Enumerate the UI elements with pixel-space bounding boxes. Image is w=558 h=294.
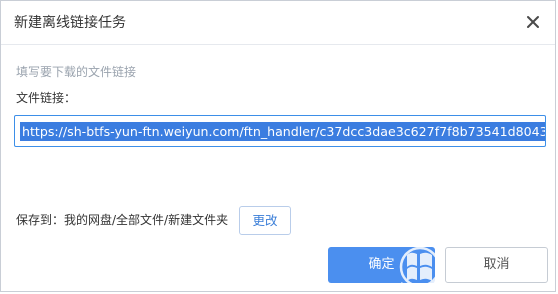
url-input-value: https://sh-btfs-yun-ftn.weiyun.com/ftn_h… <box>20 122 545 141</box>
dialog-titlebar: 新建离线链接任务 <box>1 1 555 45</box>
ok-button[interactable]: 确定 <box>328 247 435 283</box>
url-label: 文件链接： <box>16 91 77 105</box>
offline-task-dialog: 新建离线链接任务 填写要下载的文件链接 文件链接： https://sh-btf… <box>0 0 556 292</box>
dialog-title: 新建离线链接任务 <box>14 15 126 31</box>
url-input[interactable]: https://sh-btfs-yun-ftn.weiyun.com/ftn_h… <box>14 115 546 147</box>
save-path-text: 保存到：我的网盘/全部文件/新建文件夹 <box>16 213 229 227</box>
change-button[interactable]: 更改 <box>239 206 291 235</box>
close-icon[interactable] <box>525 14 541 30</box>
cancel-button[interactable]: 取消 <box>445 247 548 283</box>
hint-text: 填写要下载的文件链接 <box>16 65 137 79</box>
